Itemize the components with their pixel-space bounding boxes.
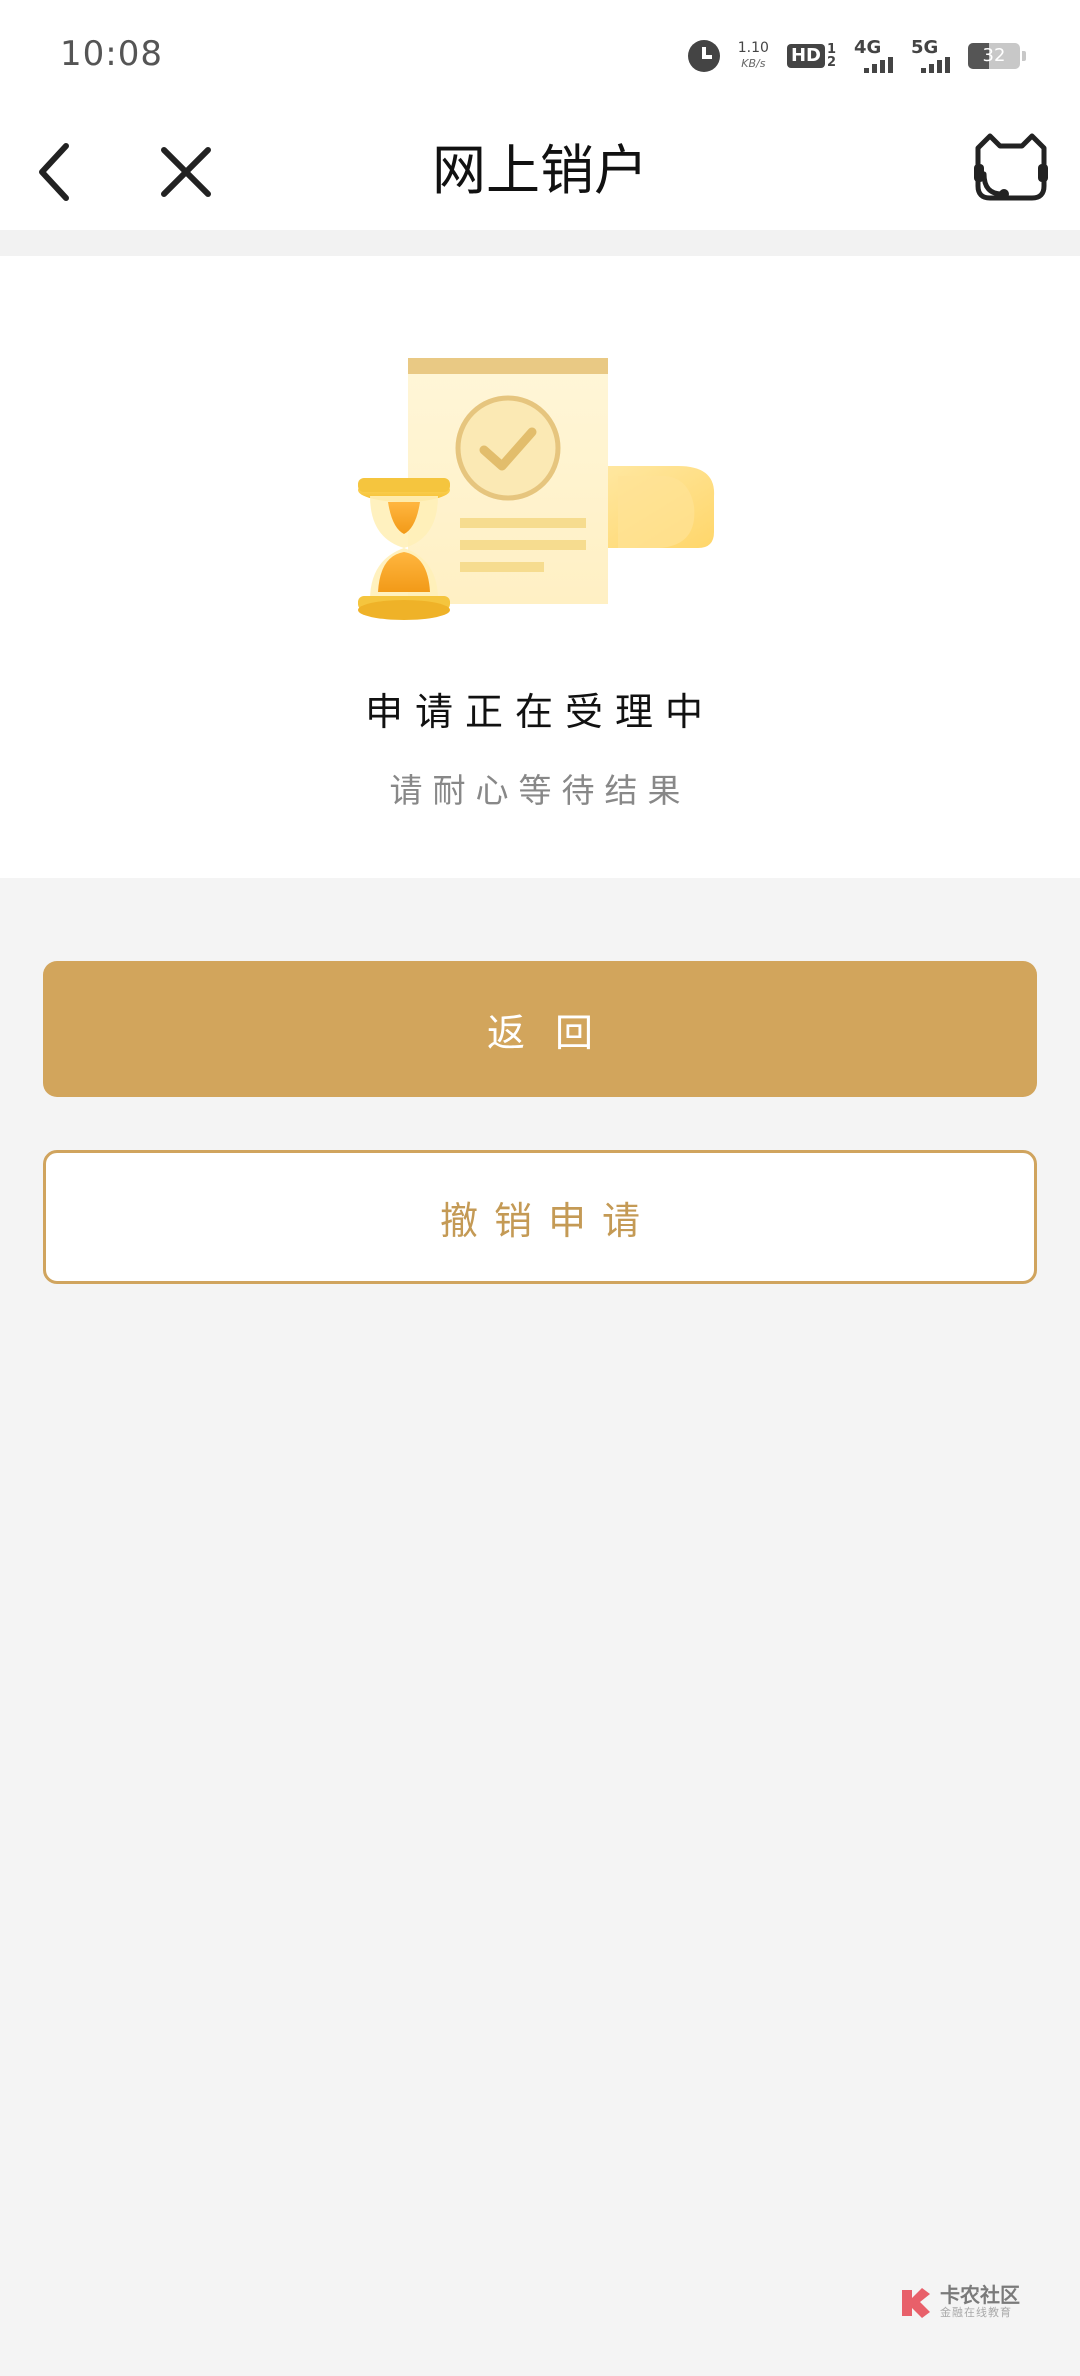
- watermark: 卡农社区 金融在线教育: [898, 2284, 1020, 2320]
- network-speed: 1.10 KB/s: [738, 40, 769, 72]
- customer-service-button[interactable]: [968, 128, 1054, 214]
- network-4g-indicator: 4G: [854, 39, 893, 73]
- signal-bars-icon: [864, 57, 893, 73]
- signal-bars-icon: [921, 57, 950, 73]
- network-speed-value: 1.10: [737, 40, 769, 56]
- battery-icon: 32: [968, 43, 1026, 69]
- close-button[interactable]: [146, 132, 226, 212]
- hd-indicator: HD 1 2: [786, 43, 836, 70]
- status-card: 申请正在受理中 请耐心等待结果: [0, 256, 1080, 878]
- page-title: 网上销户: [432, 139, 648, 202]
- status-indicators: 1.10 KB/s HD 1 2 4G 5G 32: [687, 36, 1026, 76]
- chevron-left-icon: [39, 143, 69, 201]
- network-speed-unit: KB/s: [741, 57, 766, 70]
- watermark-brand: 卡农社区: [940, 2283, 1020, 2307]
- close-icon: [161, 147, 211, 197]
- back-button[interactable]: [30, 132, 110, 212]
- battery-level: 32: [982, 45, 1006, 66]
- status-title: 申请正在受理中: [364, 690, 715, 734]
- return-button[interactable]: 返回: [43, 961, 1037, 1097]
- cancel-application-button[interactable]: 撤销申请: [43, 1150, 1037, 1284]
- status-bar: 10:08 1.10 KB/s HD 1 2 4G 5G 32: [0, 0, 1080, 112]
- section-divider: [0, 230, 1080, 256]
- hd-label: HD: [786, 44, 825, 68]
- brand-logo-icon: [902, 2288, 930, 2318]
- hourglass-document-icon: [358, 358, 715, 620]
- hd-sub-bottom: 2: [826, 55, 836, 70]
- network-5g-label: 5G: [911, 37, 939, 58]
- page: 10:08 1.10 KB/s HD 1 2 4G 5G 32 网上销户 申请正…: [0, 0, 1080, 2376]
- network-5g-indicator: 5G: [911, 39, 950, 73]
- status-subtitle: 请耐心等待结果: [389, 771, 691, 810]
- customer-service-icon: [974, 133, 1048, 201]
- network-4g-label: 4G: [854, 37, 882, 58]
- nav-bar: 网上销户: [0, 112, 1080, 230]
- alarm-icon: [687, 40, 720, 72]
- status-time: 10:08: [60, 34, 163, 74]
- watermark-tagline: 金融在线教育: [940, 2306, 1012, 2319]
